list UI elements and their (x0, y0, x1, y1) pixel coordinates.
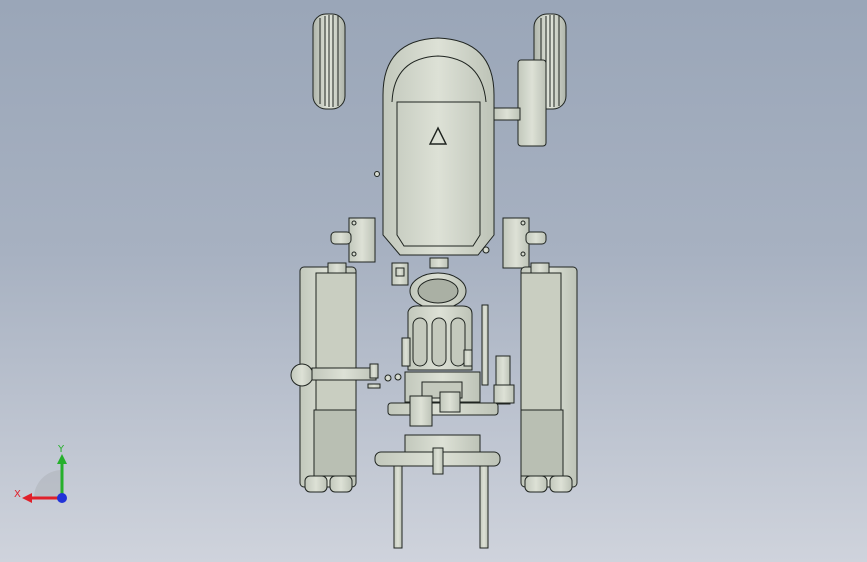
tractor-model[interactable] (0, 0, 867, 562)
left-bracket (330, 217, 376, 263)
front-left-tire (312, 13, 346, 110)
drawbar-assembly (374, 371, 515, 549)
hood (374, 37, 495, 256)
front-axle-stub (493, 107, 521, 121)
right-bracket (502, 217, 547, 269)
y-axis-label: Y (57, 444, 65, 455)
steering-assembly (391, 246, 490, 310)
triad-plane (34, 470, 62, 498)
front-right-hub (517, 59, 547, 147)
x-arrow-head (22, 493, 32, 503)
seat (401, 305, 473, 371)
rear-right-wheel (520, 262, 578, 493)
coordinate-triad: Y X (14, 444, 67, 503)
z-axis-dot (57, 493, 67, 503)
graphics-viewport[interactable]: Y X (0, 0, 867, 562)
y-arrow-head (57, 454, 67, 464)
gear-lever (481, 304, 489, 386)
x-axis-label: X (14, 489, 21, 500)
